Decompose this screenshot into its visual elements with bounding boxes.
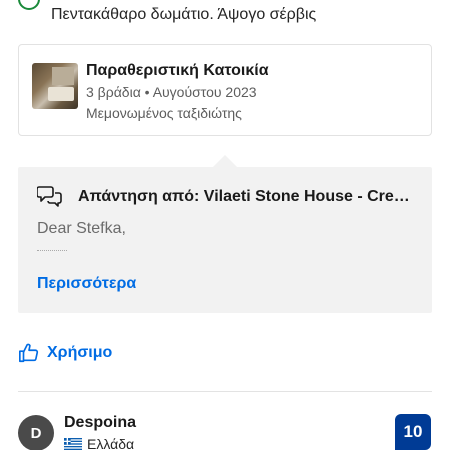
avatar: D (18, 415, 54, 450)
property-thumbnail (32, 63, 78, 109)
score-badge: 10 (395, 414, 431, 450)
reply-faded-line (37, 250, 67, 256)
cut-off-text (68, 0, 368, 2)
thumbs-up-icon (19, 343, 39, 363)
helpful-label: Χρήσιμο (47, 344, 113, 361)
review-positive-text: Πεντακάθαρο δωμάτιο. Άψογο σέρβις (51, 6, 317, 23)
reply-title: Απάντηση από: Vilaeti Stone House - Cret… (78, 188, 414, 205)
review-top-line: Πεντακάθαρο δωμάτιο. Άψογο σέρβις (18, 0, 438, 30)
traveler-type: Μεμονωμένος ταξιδιώτης (86, 105, 242, 121)
helpful-button[interactable]: Χρήσιμο (18, 342, 112, 364)
property-card[interactable]: Παραθεριστική Κατοικία 3 βράδια • Αυγούσ… (18, 44, 432, 136)
greece-flag-icon (64, 438, 82, 450)
reviewer-name: Despoina (64, 414, 137, 431)
property-name: Παραθεριστική Κατοικία (86, 62, 269, 79)
reviewer-country: Ελλάδα (87, 436, 135, 450)
stay-details: 3 βράδια • Αυγούστου 2023 (86, 84, 257, 100)
divider (18, 391, 432, 392)
check-circle-icon (18, 0, 40, 10)
property-reply: Απάντηση από: Vilaeti Stone House - Cret… (18, 167, 432, 313)
chat-bubbles-icon (37, 186, 62, 207)
reply-body: Dear Stefka, (37, 220, 126, 237)
show-more-link[interactable]: Περισσότερα (37, 275, 136, 293)
